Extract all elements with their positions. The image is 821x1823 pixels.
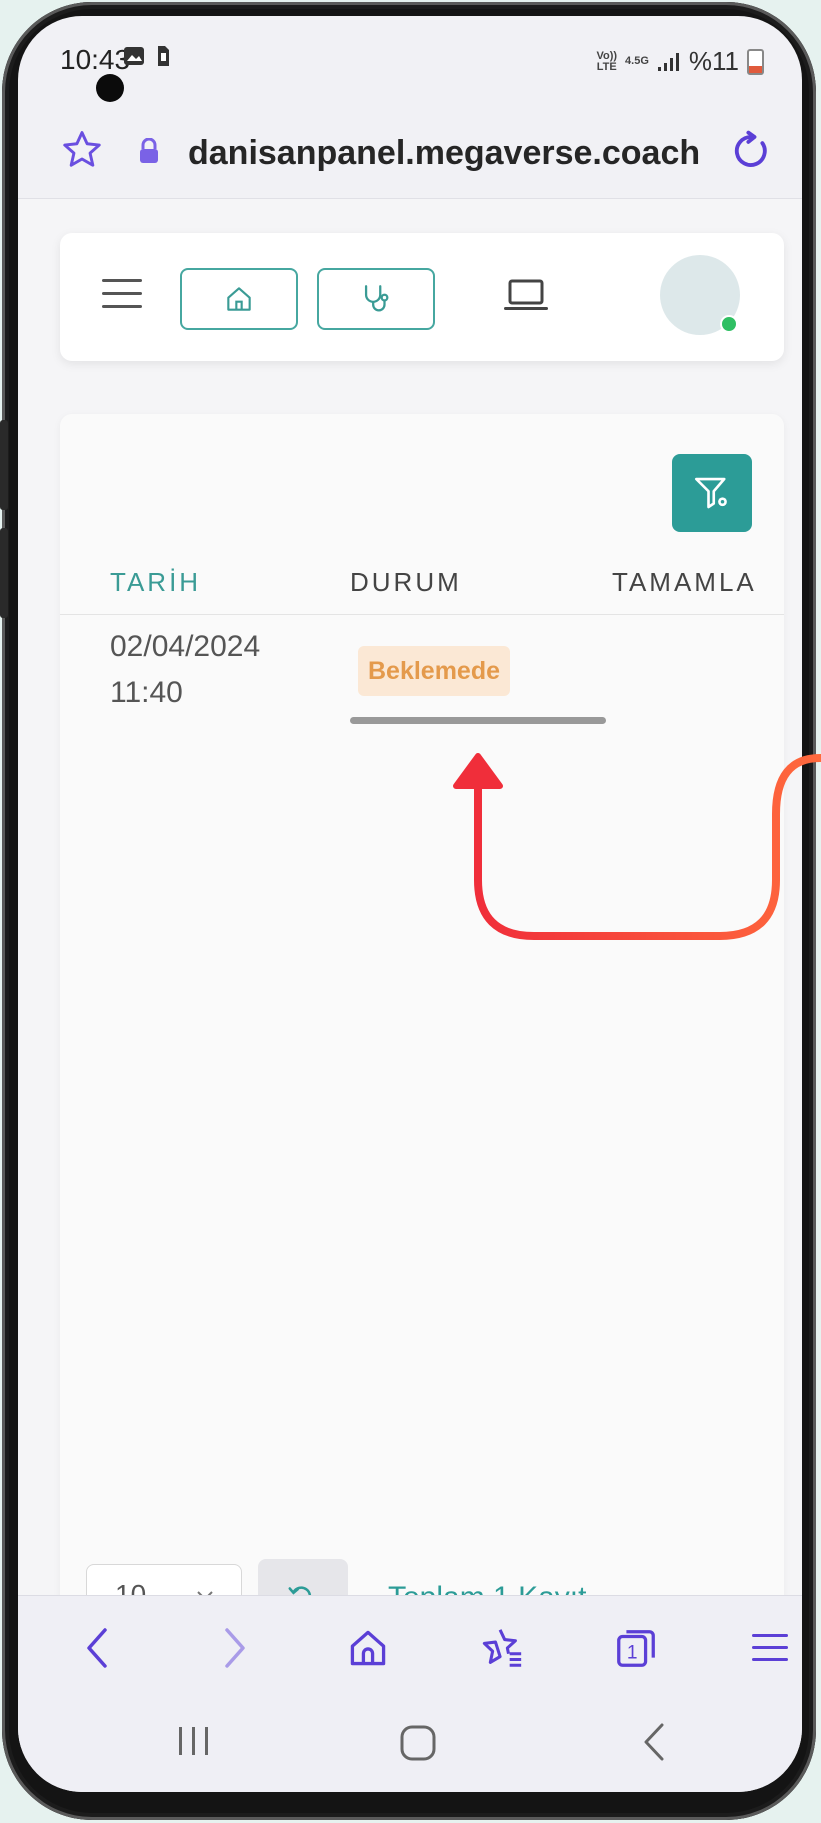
- annotation-arrow: [453, 753, 821, 940]
